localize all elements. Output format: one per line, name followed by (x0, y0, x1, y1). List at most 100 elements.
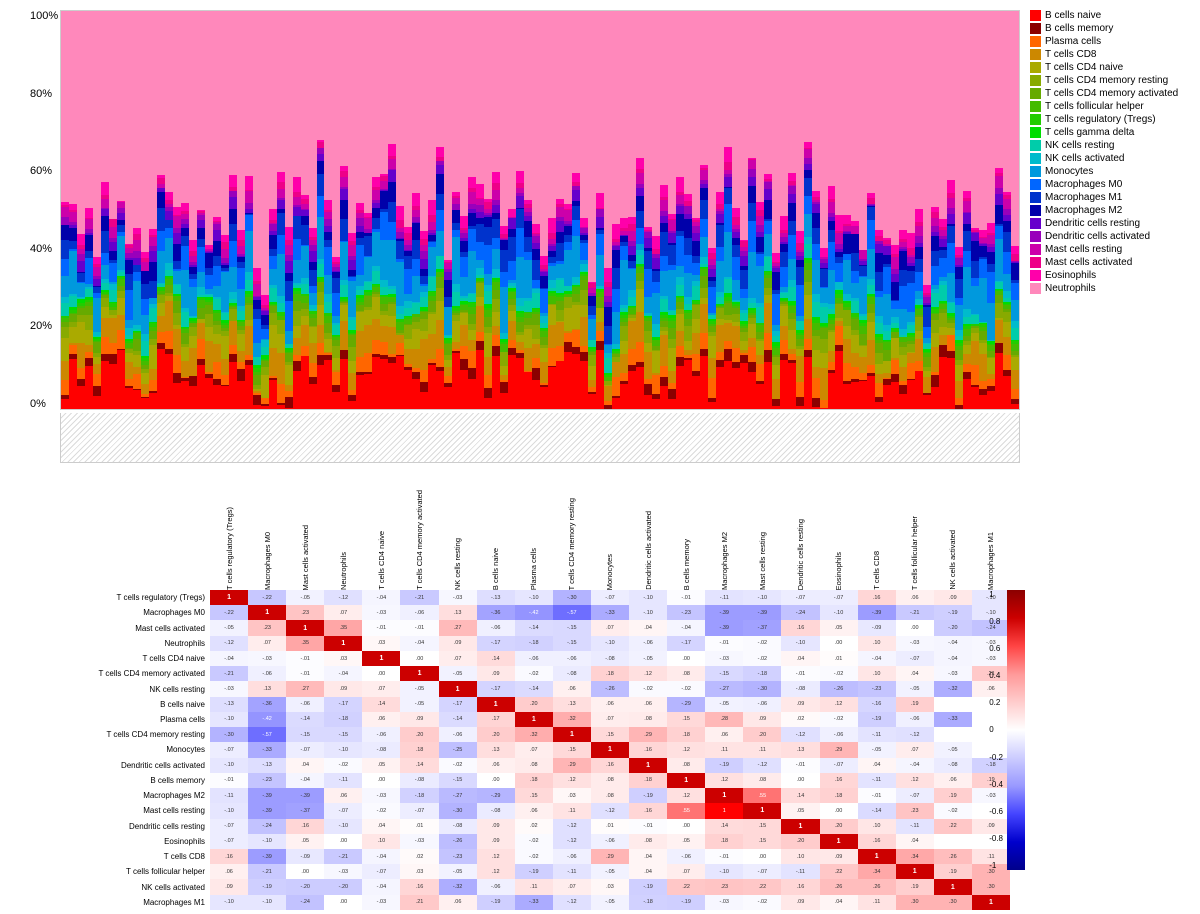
matrix-cell: -.06 (439, 727, 477, 742)
bar-segment (125, 328, 133, 335)
bar-segment (460, 241, 468, 251)
bar-segment (484, 310, 492, 317)
matrix-cell: .16 (210, 849, 248, 864)
bar-segment (69, 296, 77, 307)
bar-segment (947, 198, 955, 207)
bar-segment (237, 268, 245, 290)
matrix-cell: -.16 (858, 697, 896, 712)
bar-segment (173, 313, 181, 325)
bar-segment (971, 387, 979, 409)
bar-segment (165, 220, 173, 228)
bar-segment (963, 345, 971, 354)
bar-column (364, 11, 372, 409)
bar-segment (923, 377, 931, 393)
matrix-cell: -.04 (286, 773, 324, 788)
matrix-cell: .05 (667, 834, 705, 849)
bar-segment (939, 11, 947, 219)
matrix-cell: -.12 (324, 590, 362, 605)
bar-segment (604, 287, 612, 296)
bar-segment (676, 277, 684, 284)
legend-label: Dendritic cells resting (1045, 218, 1140, 229)
bar-segment (947, 208, 955, 215)
bar-segment (269, 313, 277, 325)
bar-segment (261, 367, 269, 375)
cell-value: -.11 (872, 732, 881, 738)
bar-segment (484, 388, 492, 398)
cell-value: .13 (797, 747, 805, 753)
bar-segment (604, 326, 612, 344)
matrix-cell: .32 (553, 712, 591, 727)
bar-segment (460, 11, 468, 216)
bar-segment (269, 269, 277, 284)
cell-value: -.01 (720, 640, 729, 646)
matrix-row: -.11-.39-.39.06-.03-.18-.27-.29.15.03.08… (210, 788, 1010, 803)
bar-segment (404, 233, 412, 240)
matrix-cell: .16 (286, 819, 324, 834)
cell-value: .15 (759, 838, 767, 844)
bar-segment (93, 342, 101, 353)
bar-segment (261, 406, 269, 409)
bar-segment (772, 357, 780, 364)
bar-segment (500, 226, 508, 234)
cell-value: .18 (720, 838, 728, 844)
bar-segment (165, 228, 173, 238)
y-tick: 60% (30, 165, 58, 177)
cell-value: .13 (492, 747, 500, 753)
legend-color-box (1030, 244, 1041, 255)
cell-value: -.17 (491, 640, 500, 646)
legend-label: T cells regulatory (Tregs) (1045, 114, 1156, 125)
bar-segment (109, 227, 117, 238)
colorbar-label: 0.4 (989, 671, 1003, 680)
bar-segment (516, 342, 524, 350)
bar-segment (452, 284, 460, 291)
bar-segment (716, 352, 724, 360)
matrix-cell: .09 (781, 895, 819, 910)
bar-segment (380, 297, 388, 305)
cell-value: -.30 (224, 732, 233, 738)
bar-segment (716, 214, 724, 222)
bar-segment (380, 287, 388, 295)
cell-value: .04 (378, 823, 386, 829)
matrix-cell: .04 (896, 666, 934, 681)
bar-segment (700, 237, 708, 257)
matrix-cell: .14 (705, 819, 743, 834)
matrix-cell: 1 (591, 742, 629, 757)
bar-segment (189, 348, 197, 376)
bar-segment (428, 365, 436, 409)
bar-segment (700, 269, 708, 276)
bar-segment (348, 11, 356, 233)
bar-segment (500, 393, 508, 409)
bar-segment (492, 335, 500, 346)
matrix-cell: -.18 (743, 666, 781, 681)
bar-segment (732, 238, 740, 245)
cell-value: -.04 (415, 640, 424, 646)
bar-segment (987, 264, 995, 271)
bar-segment (732, 314, 740, 322)
cell-value: .06 (568, 686, 576, 692)
matrix-cell: .26 (820, 879, 858, 894)
cell-value: -.06 (834, 732, 843, 738)
bar-segment (628, 290, 636, 297)
bar-segment (708, 11, 716, 248)
bar-segment (484, 375, 492, 388)
bar-column (788, 11, 796, 409)
bar-segment (796, 243, 804, 251)
bar-segment (213, 325, 221, 334)
matrix-cell: -.04 (934, 651, 972, 666)
matrix-cell: -.08 (553, 666, 591, 681)
matrix-row: -.12.07.351.03-.04.09-.17-.18-.15-.10-.0… (210, 636, 1010, 651)
matrix-cell: .00 (667, 651, 705, 666)
bar-segment (859, 326, 867, 334)
cell-value: .16 (416, 884, 424, 890)
legend-color-box (1030, 36, 1041, 47)
legend-color-box (1030, 192, 1041, 203)
bar-segment (716, 225, 724, 247)
matrix-cell: 1 (477, 697, 515, 712)
matrix-cell: -.30 (439, 803, 477, 818)
cell-value: -.39 (758, 610, 767, 616)
matrix-cell: -.07 (324, 803, 362, 818)
bar-segment (404, 256, 412, 269)
bar-segment (684, 341, 692, 349)
cell-value: .12 (835, 701, 843, 707)
bar-segment (851, 11, 859, 220)
